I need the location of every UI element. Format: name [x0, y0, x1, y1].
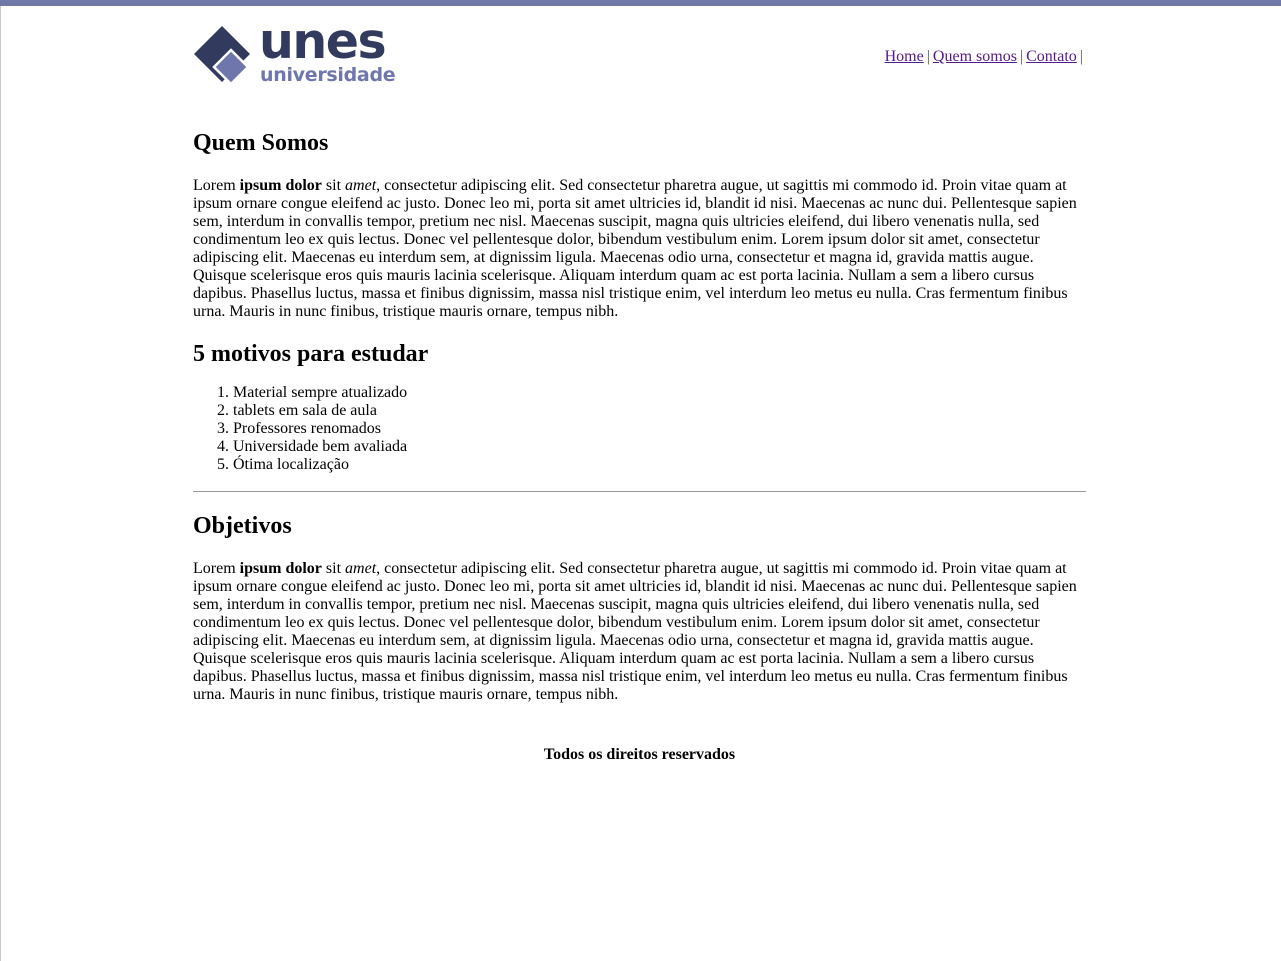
nav-link-quem-somos[interactable]: Quem somos [933, 48, 1017, 65]
paragraph-quem-somos: Lorem ipsum dolor sit amet, consectetur … [193, 177, 1086, 321]
site-header: unes universidade Home | Quem somos | Contat… [193, 6, 1086, 110]
main-nav: Home | Quem somos | Contato | [885, 48, 1086, 66]
list-item: Universidade bem avaliada [233, 438, 1086, 456]
nav-separator: | [1079, 48, 1083, 65]
text-run: sit [321, 177, 346, 194]
text-run: , consectetur adipiscing elit. Sed conse… [193, 177, 1077, 320]
text-run: sit [321, 560, 346, 577]
italic-text: amet [345, 177, 377, 194]
section-divider [193, 491, 1086, 492]
section-motivos: 5 motivos para estudar Material sempre a… [193, 340, 1086, 474]
list-item: Material sempre atualizado [233, 384, 1086, 402]
bold-text: ipsum dolor [239, 560, 322, 577]
site-logo[interactable]: unes universidade [193, 13, 408, 88]
page-container: unes universidade Home | Quem somos | Contat… [193, 6, 1086, 764]
logo-diamond-icon [194, 26, 250, 86]
italic-text: amet [345, 560, 377, 577]
paragraph-objetivos: Lorem ipsum dolor sit amet, consectetur … [193, 560, 1086, 704]
motivos-list: Material sempre atualizado tablets em sa… [193, 384, 1086, 474]
text-run: Lorem [193, 177, 240, 194]
nav-link-contato[interactable]: Contato [1026, 48, 1077, 65]
footer-text: Todos os direitos reservados [543, 746, 736, 763]
text-run: Lorem [193, 560, 240, 577]
list-item: Ótima localização [233, 456, 1086, 474]
list-item: tablets em sala de aula [233, 402, 1086, 420]
nav-separator: | [926, 48, 930, 65]
section-title-motivos: 5 motivos para estudar [193, 341, 429, 367]
section-objetivos: Objetivos Lorem ipsum dolor sit amet, co… [193, 512, 1086, 704]
logo-subtitle: universidade [260, 64, 396, 86]
site-footer: Todos os direitos reservados [193, 746, 1086, 764]
logo-title: unes [259, 13, 387, 70]
text-run: , consectetur adipiscing elit. Sed conse… [193, 560, 1077, 703]
nav-separator: | [1019, 48, 1024, 65]
window-left-edge [0, 6, 1, 961]
list-item: Professores renomados [233, 420, 1086, 438]
section-quem-somos: Quem Somos Lorem ipsum dolor sit amet, c… [193, 129, 1086, 321]
section-title-objetivos: Objetivos [193, 513, 292, 539]
section-title-quem-somos: Quem Somos [193, 130, 329, 156]
bold-text: ipsum dolor [239, 177, 322, 194]
nav-link-home[interactable]: Home [885, 48, 924, 65]
